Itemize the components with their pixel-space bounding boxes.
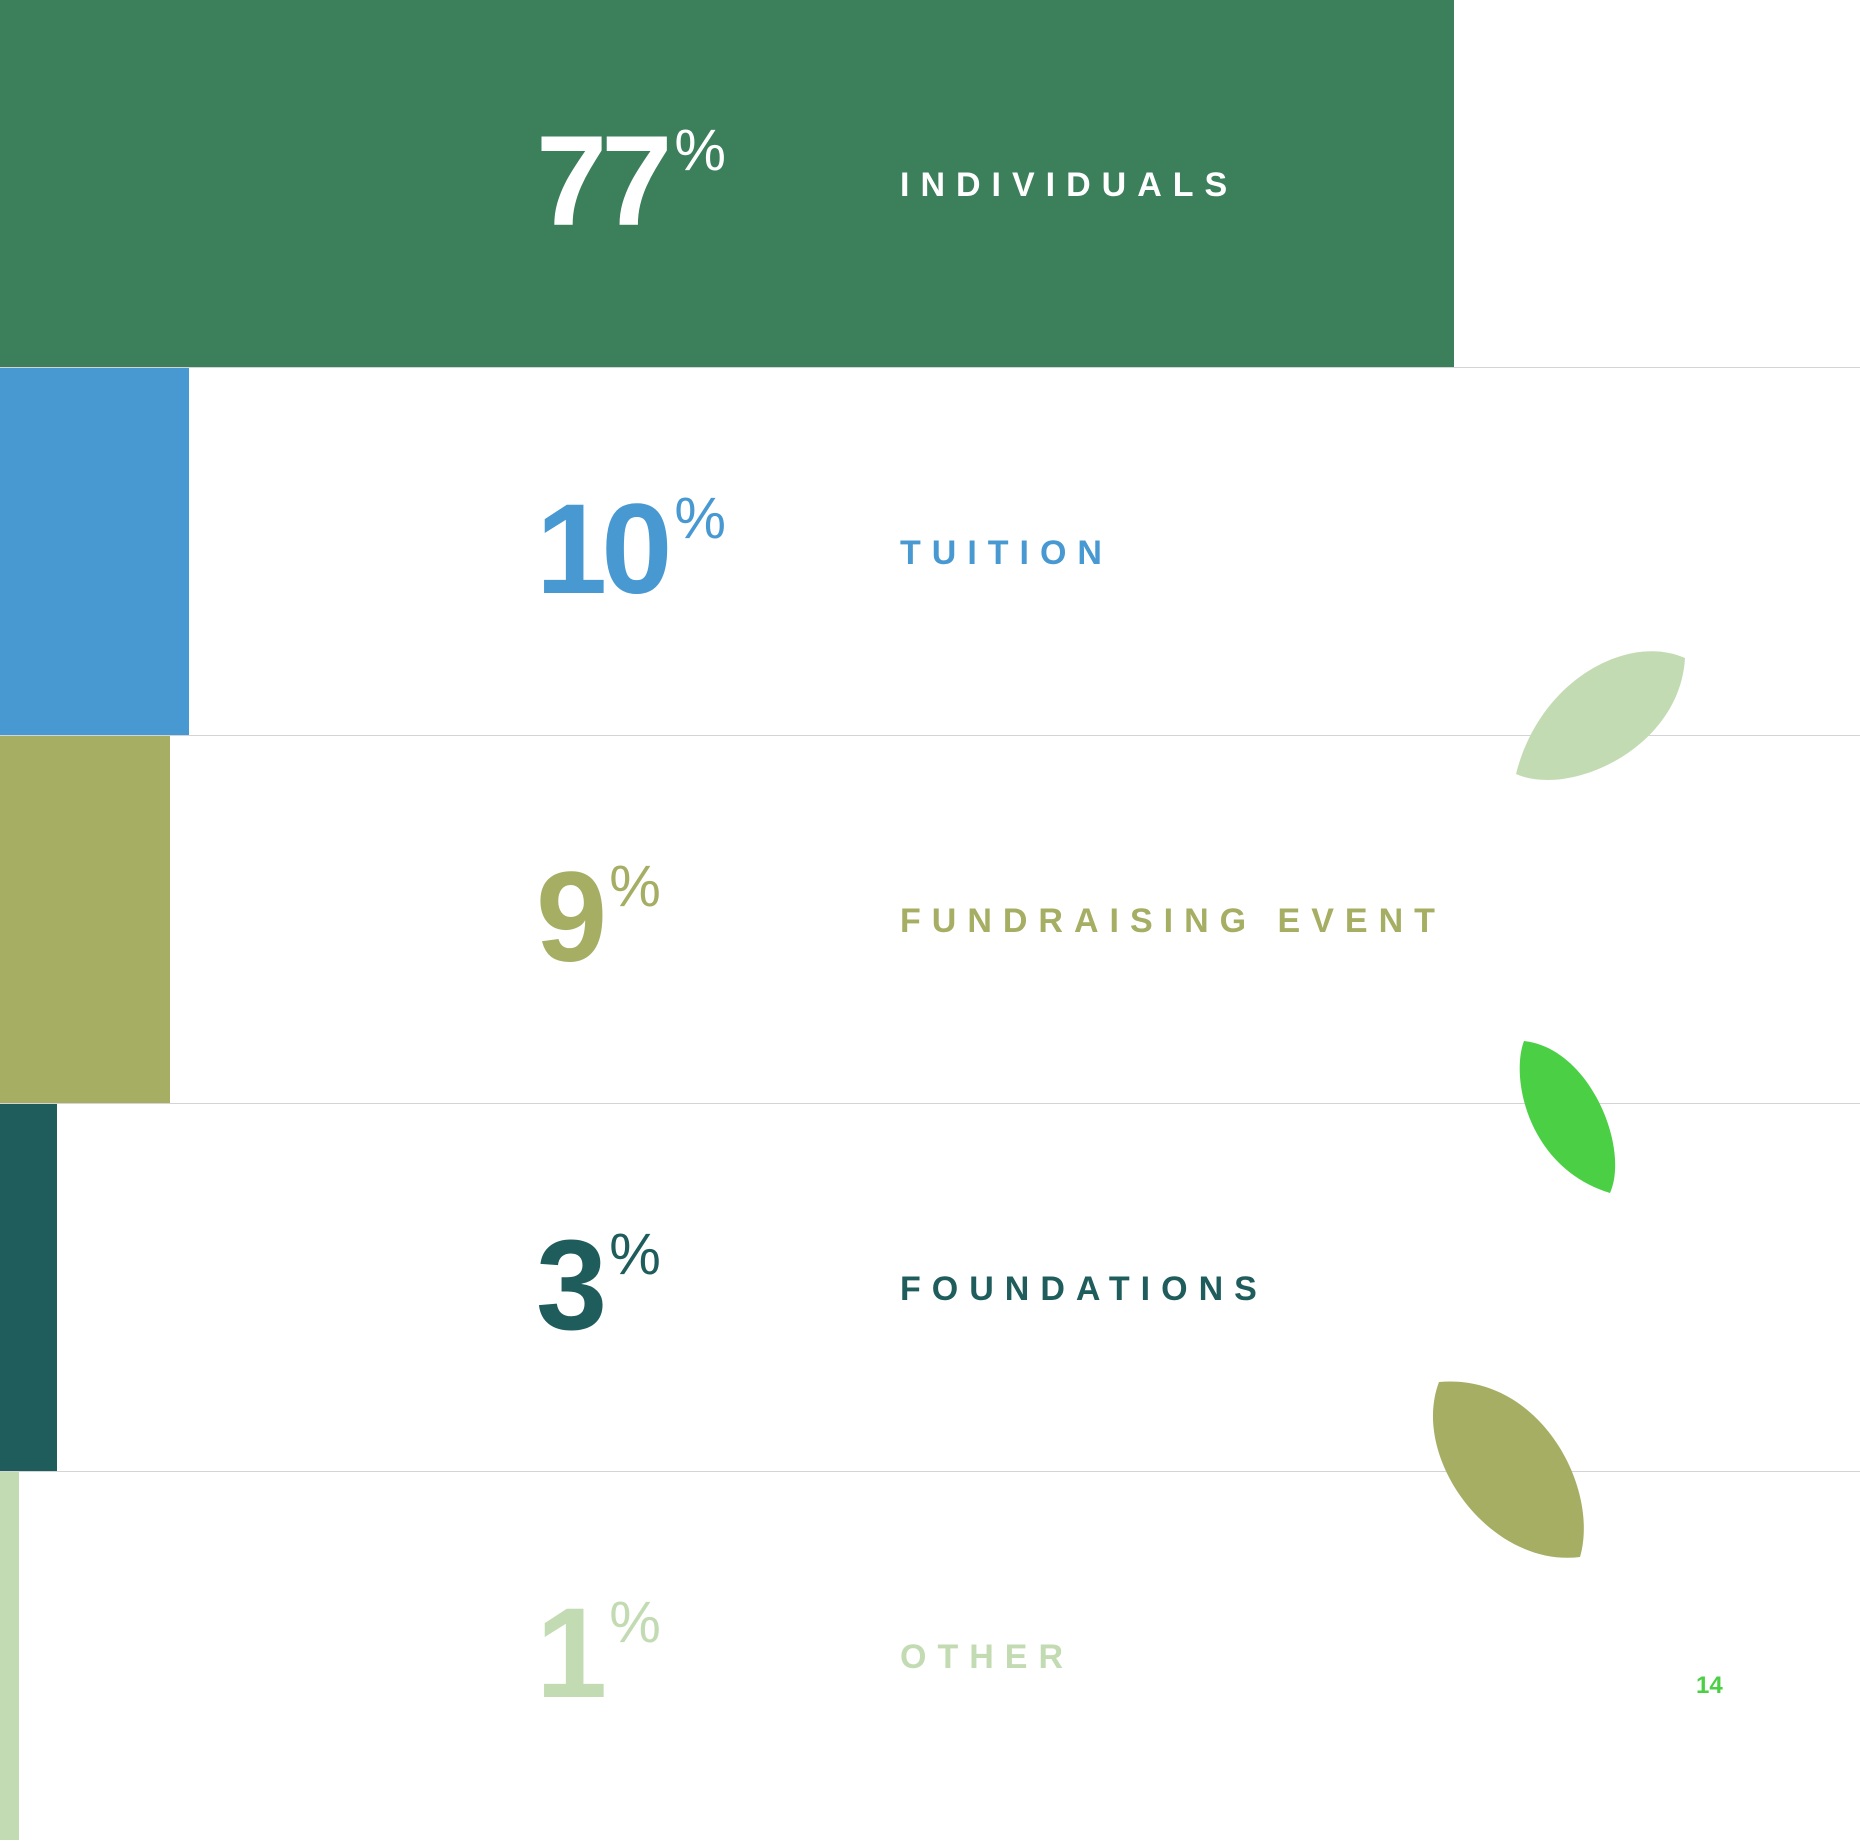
chart-bar (0, 736, 170, 1104)
chart-bar (0, 1472, 19, 1840)
data-label-value: 3 (536, 1214, 607, 1357)
percent-symbol: % (674, 118, 726, 183)
category-label: INDIVIDUALS (900, 166, 1239, 204)
data-label: 1% (536, 1590, 661, 1718)
percent-symbol: % (674, 486, 726, 551)
category-label: TUITION (900, 534, 1113, 572)
page-number: 14 (1696, 1672, 1723, 1699)
leaf-light-green (1516, 651, 1685, 780)
category-label: OTHER (900, 1638, 1074, 1676)
category-label: FOUNDATIONS (900, 1270, 1268, 1308)
data-label-value: 1 (536, 1582, 607, 1725)
data-label: 3% (536, 1222, 661, 1350)
percent-symbol: % (609, 1222, 661, 1287)
category-label: FUNDRAISING EVENT (900, 902, 1446, 940)
chart-row: 77% INDIVIDUALS (0, 0, 1860, 368)
leaf-bright-green (1519, 1041, 1616, 1193)
chart-bar (0, 1104, 57, 1472)
data-label: 10% (536, 486, 726, 614)
data-label-value: 77 (536, 110, 672, 253)
percent-symbol: % (609, 1590, 661, 1655)
data-label: 77% (536, 118, 726, 246)
chart-bar (0, 368, 189, 736)
data-label: 9% (536, 854, 661, 982)
percent-symbol: % (609, 854, 661, 919)
data-label-value: 10 (536, 478, 672, 621)
leaf-olive-green (1432, 1381, 1584, 1558)
data-label-value: 9 (536, 846, 607, 989)
